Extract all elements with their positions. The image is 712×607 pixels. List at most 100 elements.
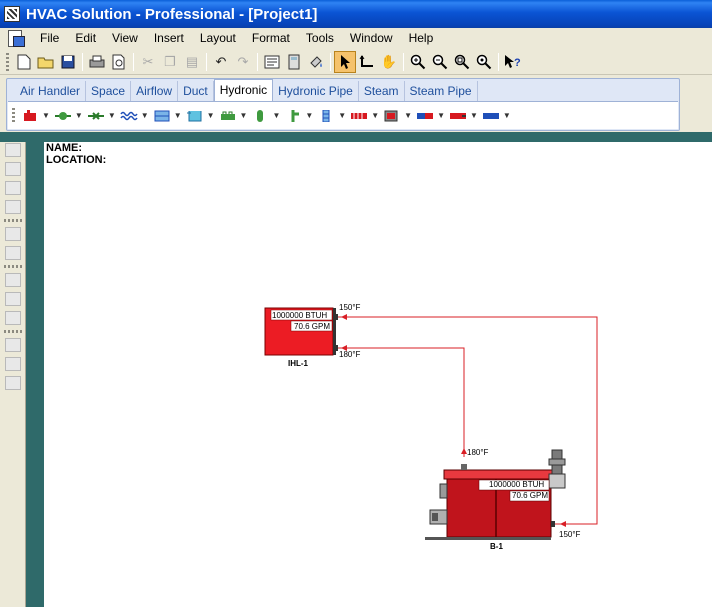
menu-insert[interactable]: Insert: [146, 31, 192, 45]
calculator-icon[interactable]: [283, 51, 305, 73]
menu-help[interactable]: Help: [401, 31, 442, 45]
zoom-fit-icon[interactable]: [473, 51, 495, 73]
terminal-unit-tool[interactable]: ▼: [383, 110, 412, 122]
load-flow: 70.6 GPM: [294, 322, 330, 331]
menu-file[interactable]: File: [32, 31, 67, 45]
tab-steam-pipe[interactable]: Steam Pipe: [405, 81, 478, 101]
left-tool-palette: [0, 132, 26, 607]
align-left-icon[interactable]: [4, 143, 21, 157]
select-pointer-icon[interactable]: [334, 50, 356, 73]
tab-airflow[interactable]: Airflow: [131, 81, 179, 101]
pump-tool[interactable]: ▼: [54, 110, 83, 122]
align-distribute-icon[interactable]: [4, 200, 21, 214]
boiler-tool[interactable]: ▼: [21, 109, 50, 122]
chevron-down-icon[interactable]: ▼: [272, 111, 280, 120]
document-icon[interactable]: [6, 29, 28, 47]
boiler-outlet-temp: 180°F: [467, 448, 489, 457]
chevron-down-icon[interactable]: ▼: [404, 111, 412, 120]
paint-icon[interactable]: [305, 51, 327, 73]
undo-icon[interactable]: ↶: [210, 51, 232, 73]
chiller-tool[interactable]: ▼: [219, 110, 248, 122]
same-size-icon[interactable]: [4, 357, 21, 371]
chevron-down-icon[interactable]: ▼: [338, 111, 346, 120]
pan-hand-icon[interactable]: ✋: [378, 51, 400, 73]
zoom-window-icon[interactable]: [451, 51, 473, 73]
menu-layout[interactable]: Layout: [192, 31, 244, 45]
print-icon[interactable]: [86, 51, 108, 73]
chevron-down-icon[interactable]: ▼: [470, 111, 478, 120]
palette-grip[interactable]: [3, 265, 22, 268]
open-icon[interactable]: [35, 51, 57, 73]
toolbar-separator: [498, 52, 499, 71]
chevron-down-icon[interactable]: ▼: [141, 111, 149, 120]
redo-icon[interactable]: ↷: [232, 51, 254, 73]
chevron-down-icon[interactable]: ▼: [174, 111, 182, 120]
palette-grip[interactable]: [3, 219, 22, 222]
chevron-down-icon[interactable]: ▼: [371, 111, 379, 120]
chevron-down-icon[interactable]: ▼: [437, 111, 445, 120]
app-icon[interactable]: [4, 6, 20, 22]
save-icon[interactable]: [57, 51, 79, 73]
radiator-tool[interactable]: ▼: [350, 110, 379, 122]
unit-heater-tool[interactable]: ▼: [449, 110, 478, 122]
zoom-out-icon[interactable]: [429, 51, 451, 73]
mdi-frame: [0, 132, 712, 142]
menu-format[interactable]: Format: [244, 31, 298, 45]
flow-arrow: [341, 314, 347, 320]
heating-unit-tool[interactable]: ▼: [416, 110, 445, 122]
menu-window[interactable]: Window: [342, 31, 401, 45]
print-preview-icon[interactable]: [108, 51, 130, 73]
load-return-temp: 180°F: [339, 350, 361, 359]
title-bar[interactable]: HVAC Solution - Professional - [Project1…: [0, 0, 712, 28]
tab-duct[interactable]: Duct: [178, 81, 214, 101]
tank-tool[interactable]: ▼: [186, 110, 215, 122]
cut-icon[interactable]: ✂: [137, 51, 159, 73]
menu-tools[interactable]: Tools: [298, 31, 342, 45]
palette-grip[interactable]: [3, 330, 22, 333]
return-pipe[interactable]: [338, 347, 465, 457]
tab-hydronic[interactable]: Hydronic: [213, 79, 274, 101]
drawing-canvas[interactable]: NAME: LOCATION: 1000000 BTUH 70.6 GPM IH…: [44, 142, 712, 607]
properties-icon[interactable]: [261, 51, 283, 73]
hydronic-palette: ▼ ▼ ▼ ▼ ▼ ▼ ▼ ▼ ▼ ▼ ▼ ▼ ▼ ▼ ▼: [8, 101, 678, 129]
align-right-icon[interactable]: [4, 181, 21, 195]
paste-icon[interactable]: ▤: [181, 51, 203, 73]
space-evenly-icon[interactable]: [4, 292, 21, 306]
chevron-down-icon[interactable]: ▼: [75, 111, 83, 120]
chevron-down-icon[interactable]: ▼: [240, 111, 248, 120]
same-width-icon[interactable]: [4, 311, 21, 325]
fitting-tool[interactable]: ▼: [284, 109, 313, 122]
align-center-icon[interactable]: [4, 162, 21, 176]
new-icon[interactable]: [13, 51, 35, 73]
align-top-icon[interactable]: [4, 227, 21, 241]
menu-view[interactable]: View: [104, 31, 146, 45]
tab-steam[interactable]: Steam: [359, 81, 405, 101]
copy-icon[interactable]: ❐: [159, 51, 181, 73]
chevron-down-icon[interactable]: ▼: [503, 111, 511, 120]
zoom-in-icon[interactable]: [407, 51, 429, 73]
toolbar-grip[interactable]: [6, 52, 9, 71]
chevron-down-icon[interactable]: ▼: [42, 111, 50, 120]
whats-this-help-icon[interactable]: ?: [502, 51, 524, 73]
same-height-icon[interactable]: [4, 338, 21, 352]
connect-pipe-icon[interactable]: [356, 51, 378, 73]
chevron-down-icon[interactable]: ▼: [108, 111, 116, 120]
coil-tool[interactable]: ▼: [120, 110, 149, 122]
expansion-tank-tool[interactable]: ▼: [251, 109, 280, 122]
chevron-down-icon[interactable]: ▼: [305, 111, 313, 120]
tab-space[interactable]: Space: [86, 81, 132, 101]
strainer-tool[interactable]: ▼: [317, 109, 346, 122]
component-tab-strip: Air Handler Space Airflow Duct Hydronic …: [6, 78, 680, 131]
tab-hydronic-pipe[interactable]: Hydronic Pipe: [273, 81, 359, 101]
valve-tool[interactable]: ▼: [87, 110, 116, 122]
toolbar-separator: [403, 52, 404, 71]
palette-grip[interactable]: [12, 107, 15, 124]
chevron-down-icon[interactable]: ▼: [207, 111, 215, 120]
align-middle-icon[interactable]: [4, 246, 21, 260]
group-icon[interactable]: [4, 376, 21, 390]
menu-edit[interactable]: Edit: [67, 31, 104, 45]
cooling-unit-tool[interactable]: ▼: [482, 110, 511, 122]
align-bottom-icon[interactable]: [4, 273, 21, 287]
tab-air-handler[interactable]: Air Handler: [15, 81, 87, 101]
heat-exchanger-tool[interactable]: ▼: [153, 110, 182, 122]
